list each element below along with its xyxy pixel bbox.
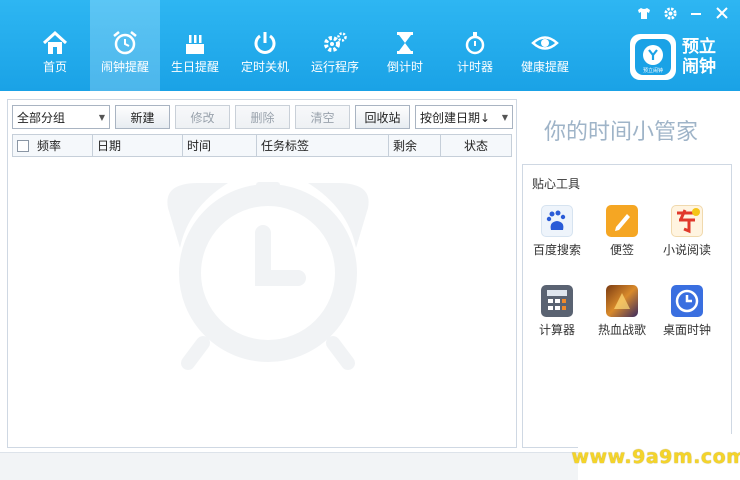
nav-item-label: 生日提醒	[170, 60, 219, 74]
delete-button[interactable]: 删除	[235, 105, 290, 129]
task-toolbar: 全部分组 ▼ 新建 修改 删除 清空 回收站 按创建日期↓ ▼	[12, 105, 513, 129]
brand-name: 预立 闹钟	[682, 37, 716, 77]
nav-item-label: 倒计时	[386, 60, 423, 74]
column-status[interactable]: 状态	[441, 135, 511, 156]
home-icon	[42, 30, 68, 54]
power-icon	[254, 32, 276, 54]
gears-icon	[324, 32, 347, 52]
nav-item-label: 定时关机	[240, 60, 289, 74]
game-icon	[606, 285, 638, 317]
column-frequency[interactable]: 频率	[13, 135, 93, 156]
tool-desktop-clock[interactable]: 桌面时钟	[654, 285, 720, 338]
brand-logo: 预立闹钟	[630, 34, 676, 80]
skin-icon[interactable]	[636, 5, 652, 21]
nav-item-label: 首页	[42, 60, 67, 74]
task-list-panel: 全部分组 ▼ 新建 修改 删除 清空 回收站 按创建日期↓ ▼ 频率 日期 时间…	[7, 99, 517, 448]
nav-item-label: 计时器	[456, 60, 493, 74]
column-time[interactable]: 时间	[183, 135, 257, 156]
brand: 预立闹钟 预立 闹钟	[630, 34, 728, 80]
select-all-checkbox[interactable]	[17, 139, 29, 152]
nav-item-stopwatch[interactable]: 计时器	[440, 0, 510, 91]
nav-item-health[interactable]: 健康提醒	[510, 0, 580, 91]
tool-game[interactable]: 热血战歌	[589, 285, 655, 338]
clock-icon	[671, 285, 703, 317]
window-controls	[636, 5, 730, 21]
clear-button[interactable]: 清空	[295, 105, 350, 129]
column-task-label[interactable]: 任务标签	[257, 135, 389, 156]
tool-novel-reader[interactable]: 小说阅读	[654, 205, 720, 258]
slogan: 你的时间小管家	[544, 120, 699, 145]
cake-icon	[186, 35, 204, 54]
tool-baidu-search[interactable]: 百度搜索	[524, 205, 590, 258]
top-navigation-bar: 首页 闹钟提醒 生日提醒 定时关机 运行程序 倒计时 计时器 健康提醒 预立闹钟…	[0, 0, 740, 91]
calculator-icon	[541, 285, 573, 317]
recycle-bin-button[interactable]: 回收站	[355, 105, 410, 129]
tools-title: 贴心工具	[532, 177, 581, 191]
nav-item-home[interactable]: 首页	[20, 0, 90, 91]
site-watermark: www.9a9m.com	[571, 434, 740, 480]
nav-item-run-program[interactable]: 运行程序	[300, 0, 370, 91]
notepad-icon	[606, 205, 638, 237]
stopwatch-icon	[465, 32, 485, 55]
group-select[interactable]: 全部分组 ▼	[12, 105, 110, 129]
baidu-icon	[541, 205, 573, 237]
nav-item-birthday[interactable]: 生日提醒	[160, 0, 230, 91]
alarm-watermark-icon	[167, 182, 369, 370]
eye-icon	[531, 36, 559, 50]
tools-panel: 贴心工具 百度搜索 便签 小说阅读 计算器 热血战歌 桌面时钟	[522, 164, 732, 448]
nav-item-label: 闹钟提醒	[100, 60, 149, 74]
nav-item-shutdown[interactable]: 定时关机	[230, 0, 300, 91]
svg-text:预立闹钟: 预立闹钟	[643, 67, 663, 74]
main-nav: 首页 闹钟提醒 生日提醒 定时关机 运行程序 倒计时 计时器 健康提醒	[20, 0, 580, 91]
column-remaining[interactable]: 剩余	[389, 135, 441, 156]
settings-gear-icon[interactable]	[662, 5, 678, 21]
column-date[interactable]: 日期	[93, 135, 183, 156]
nav-item-alarm[interactable]: 闹钟提醒	[90, 0, 160, 91]
task-table-header: 频率 日期 时间 任务标签 剩余 状态	[12, 134, 512, 157]
tool-calculator[interactable]: 计算器	[524, 285, 590, 338]
novel-icon	[671, 205, 703, 237]
minimize-icon[interactable]	[688, 5, 704, 21]
tool-notepad[interactable]: 便签	[589, 205, 655, 258]
nav-item-label: 运行程序	[310, 60, 359, 74]
nav-item-label: 健康提醒	[520, 60, 569, 74]
edit-button[interactable]: 修改	[175, 105, 230, 129]
new-button[interactable]: 新建	[115, 105, 170, 129]
nav-item-countdown[interactable]: 倒计时	[370, 0, 440, 91]
hourglass-icon	[397, 32, 413, 54]
close-icon[interactable]	[714, 5, 730, 21]
chevron-down-icon: ▼	[98, 112, 105, 122]
alarm-icon	[113, 31, 137, 55]
sort-select[interactable]: 按创建日期↓ ▼	[415, 105, 513, 129]
chevron-down-icon: ▼	[501, 112, 508, 122]
